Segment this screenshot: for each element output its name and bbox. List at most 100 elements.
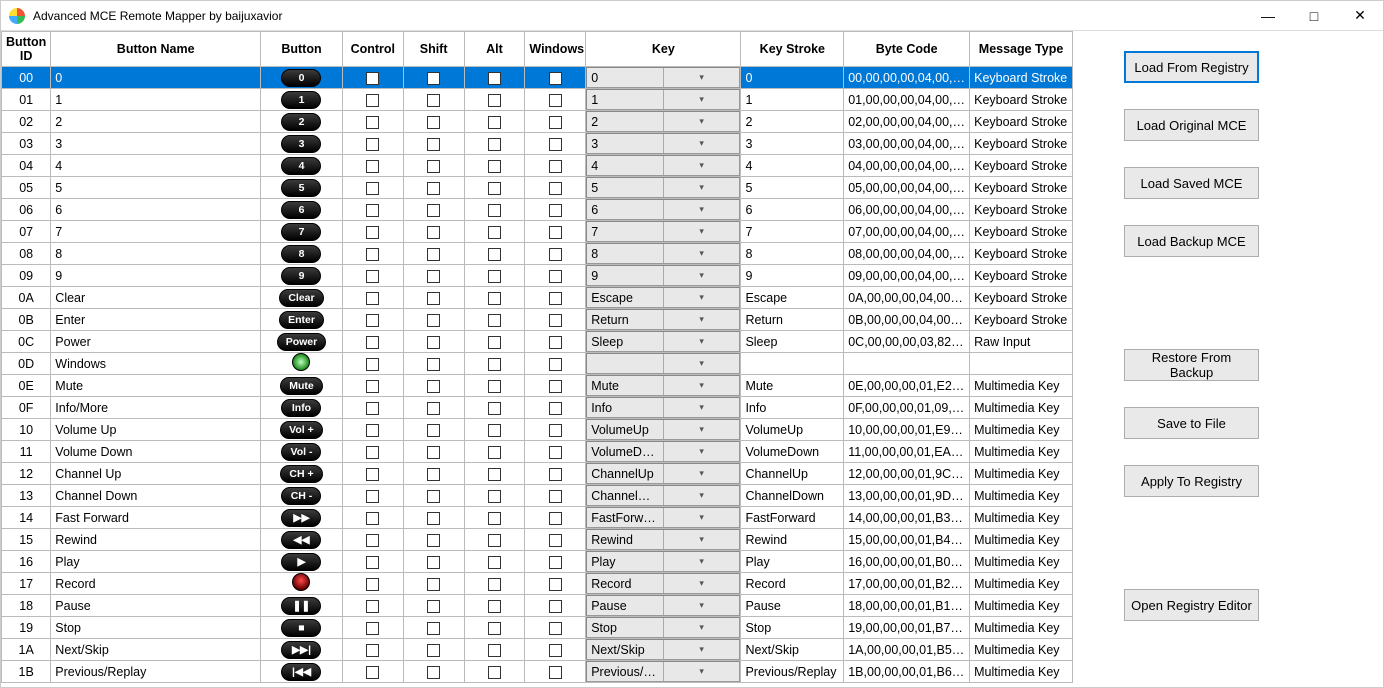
cell-modifier[interactable] [342,243,403,265]
checkbox[interactable] [427,226,440,239]
checkbox[interactable] [488,666,501,679]
checkbox[interactable] [427,380,440,393]
cell-key[interactable]: ChannelUp▾ [586,463,741,485]
cell-modifier[interactable] [403,155,464,177]
checkbox[interactable] [366,72,379,85]
restore-from-backup-button[interactable]: Restore From Backup [1124,349,1259,381]
table-row[interactable]: 19Stop■Stop▾Stop19,00,00,00,01,B7,00Mult… [2,617,1073,639]
cell-modifier[interactable] [403,595,464,617]
cell-modifier[interactable] [403,463,464,485]
table-row[interactable]: 0FInfo/MoreInfoInfo▾Info0F,00,00,00,01,0… [2,397,1073,419]
checkbox[interactable] [549,138,562,151]
cell-modifier[interactable] [525,463,586,485]
checkbox[interactable] [488,182,501,195]
cell-modifier[interactable] [525,309,586,331]
key-combobox[interactable]: 9▾ [586,265,740,286]
checkbox[interactable] [427,270,440,283]
cell-modifier[interactable] [342,331,403,353]
checkbox[interactable] [427,512,440,525]
table-row[interactable]: 0DWindows▾ [2,353,1073,375]
cell-modifier[interactable] [403,221,464,243]
cell-key[interactable]: 3▾ [586,133,741,155]
table-row[interactable]: 15Rewind◀◀Rewind▾Rewind15,00,00,00,01,B4… [2,529,1073,551]
checkbox[interactable] [427,622,440,635]
cell-modifier[interactable] [525,551,586,573]
checkbox[interactable] [549,314,562,327]
checkbox[interactable] [488,424,501,437]
checkbox[interactable] [366,512,379,525]
cell-modifier[interactable] [403,243,464,265]
checkbox[interactable] [366,556,379,569]
cell-key[interactable]: 5▾ [586,177,741,199]
cell-modifier[interactable] [403,397,464,419]
cell-modifier[interactable] [464,661,525,683]
checkbox[interactable] [549,160,562,173]
key-combobox[interactable]: VolumeUp▾ [586,419,740,440]
checkbox[interactable] [488,138,501,151]
cell-key[interactable]: Mute▾ [586,375,741,397]
cell-modifier[interactable] [342,111,403,133]
cell-key[interactable]: Return▾ [586,309,741,331]
cell-modifier[interactable] [342,617,403,639]
checkbox[interactable] [488,644,501,657]
cell-modifier[interactable] [525,397,586,419]
col-header-keystroke[interactable]: Key Stroke [741,32,844,67]
cell-modifier[interactable] [342,419,403,441]
cell-modifier[interactable] [342,221,403,243]
cell-modifier[interactable] [525,419,586,441]
cell-key[interactable]: 7▾ [586,221,741,243]
key-combobox[interactable]: ▾ [586,353,740,374]
checkbox[interactable] [488,600,501,613]
checkbox[interactable] [488,512,501,525]
cell-modifier[interactable] [464,617,525,639]
cell-modifier[interactable] [525,243,586,265]
cell-modifier[interactable] [525,529,586,551]
cell-modifier[interactable] [525,221,586,243]
key-combobox[interactable]: 1▾ [586,89,740,110]
cell-modifier[interactable] [464,397,525,419]
cell-modifier[interactable] [403,507,464,529]
checkbox[interactable] [427,248,440,261]
table-row[interactable]: 0CPowerPowerSleep▾Sleep0C,00,00,00,03,82… [2,331,1073,353]
cell-modifier[interactable] [342,133,403,155]
checkbox[interactable] [366,336,379,349]
checkbox[interactable] [549,490,562,503]
checkbox[interactable] [549,644,562,657]
checkbox[interactable] [427,600,440,613]
cell-modifier[interactable] [342,639,403,661]
checkbox[interactable] [549,578,562,591]
cell-key[interactable]: 4▾ [586,155,741,177]
cell-key[interactable]: Escape▾ [586,287,741,309]
cell-modifier[interactable] [342,397,403,419]
checkbox[interactable] [427,358,440,371]
checkbox[interactable] [366,270,379,283]
cell-key[interactable]: Rewind▾ [586,529,741,551]
close-button[interactable]: ✕ [1337,1,1383,30]
table-row[interactable]: 17RecordRecord▾Record17,00,00,00,01,B2,0… [2,573,1073,595]
checkbox[interactable] [427,446,440,459]
cell-key[interactable]: FastForward▾ [586,507,741,529]
cell-modifier[interactable] [342,265,403,287]
table-row[interactable]: 1ANext/Skip▶▶|Next/Skip▾Next/Skip1A,00,0… [2,639,1073,661]
cell-modifier[interactable] [403,529,464,551]
key-combobox[interactable]: Mute▾ [586,375,740,396]
checkbox[interactable] [366,468,379,481]
checkbox[interactable] [366,248,379,261]
cell-modifier[interactable] [342,375,403,397]
key-combobox[interactable]: Previous/Replay▾ [586,661,740,682]
checkbox[interactable] [488,534,501,547]
cell-key[interactable]: Previous/Replay▾ [586,661,741,683]
cell-modifier[interactable] [525,89,586,111]
load-from-registry-button[interactable]: Load From Registry [1124,51,1259,83]
cell-modifier[interactable] [464,133,525,155]
checkbox[interactable] [366,292,379,305]
cell-modifier[interactable] [525,111,586,133]
cell-modifier[interactable] [403,265,464,287]
cell-key[interactable]: Record▾ [586,573,741,595]
key-combobox[interactable]: Stop▾ [586,617,740,638]
cell-modifier[interactable] [403,133,464,155]
checkbox[interactable] [366,314,379,327]
checkbox[interactable] [549,226,562,239]
col-header-msgtype[interactable]: Message Type [970,32,1073,67]
checkbox[interactable] [427,468,440,481]
